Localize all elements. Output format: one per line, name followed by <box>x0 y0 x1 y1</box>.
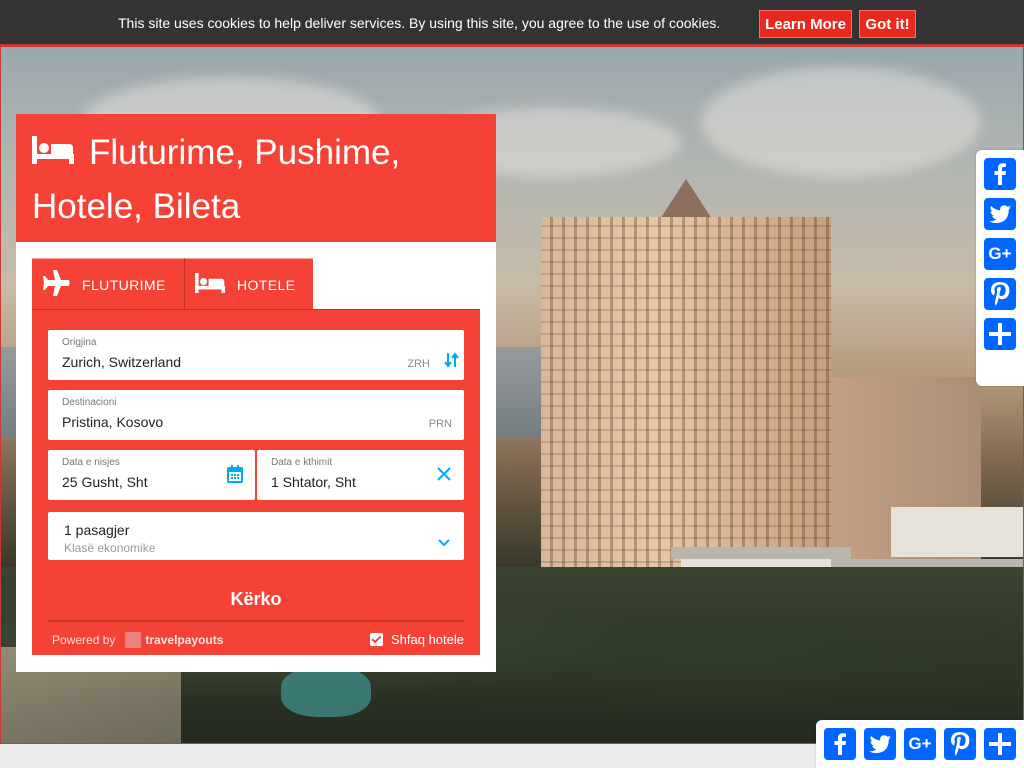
calendar-icon[interactable] <box>227 465 243 487</box>
widget-header: Fluturime, Pushime, Hotele, Bileta <box>16 114 496 242</box>
swap-icon[interactable] <box>444 352 460 372</box>
return-label: Data e kthimit <box>271 457 333 468</box>
origin-value: Zurich, Switzerland <box>62 354 182 370</box>
depart-date-field[interactable]: Data e nisjes 25 Gusht, Sht <box>48 450 255 500</box>
destination-label: Destinacioni <box>62 397 117 408</box>
share-icon[interactable] <box>984 318 1016 350</box>
tab-flights[interactable]: FLUTURIME <box>32 258 184 310</box>
show-hotels-label: Shfaq hotele <box>390 632 464 647</box>
google-plus-icon[interactable]: G+ <box>904 728 936 760</box>
facebook-icon[interactable] <box>984 158 1016 190</box>
bed-icon <box>195 273 225 296</box>
flight-search-form: Origjina Zurich, Switzerland ZRH Destina… <box>32 309 480 655</box>
depart-value: 25 Gusht, Sht <box>62 474 148 490</box>
origin-field[interactable]: Origjina Zurich, Switzerland ZRH <box>48 330 464 380</box>
plane-icon <box>42 270 70 299</box>
booking-widget: Fluturime, Pushime, Hotele, Bileta FLUTU… <box>16 114 496 672</box>
share-sidebar: G+ <box>976 150 1024 386</box>
passenger-count: 1 pasagjer <box>64 522 130 538</box>
origin-code: ZRH <box>407 358 430 370</box>
twitter-icon[interactable] <box>864 728 896 760</box>
pinterest-icon[interactable] <box>984 278 1016 310</box>
search-tabs: FLUTURIME HOTELE <box>32 258 480 310</box>
depart-label: Data e nisjes <box>62 457 120 468</box>
origin-label: Origjina <box>62 337 97 348</box>
destination-field[interactable]: Destinacioni Pristina, Kosovo PRN <box>48 390 464 440</box>
google-plus-icon[interactable]: G+ <box>984 238 1016 270</box>
checkbox-icon <box>369 633 383 646</box>
chevron-down-icon <box>438 532 450 551</box>
travel-class: Klasë ekonomike <box>64 541 156 555</box>
travelpayouts-logo[interactable]: travelpayouts <box>125 632 223 648</box>
tab-hotels[interactable]: HOTELE <box>184 258 313 310</box>
return-date-field[interactable]: Data e kthimit 1 Shtator, Sht <box>257 450 464 500</box>
passengers-field[interactable]: 1 pasagjer Klasë ekonomike <box>48 512 464 560</box>
destination-code: PRN <box>428 418 452 430</box>
travelpayouts-brand: travelpayouts <box>145 633 224 647</box>
return-value: 1 Shtator, Sht <box>271 474 356 490</box>
cookie-banner: This site uses cookies to help deliver s… <box>0 0 1024 46</box>
tab-flights-label: FLUTURIME <box>82 276 166 293</box>
show-hotels-checkbox[interactable]: Shfaq hotele <box>369 632 464 647</box>
cookie-message: This site uses cookies to help deliver s… <box>118 15 721 31</box>
got-it-button[interactable]: Got it! <box>859 10 916 38</box>
powered-by-label: Powered by <box>52 633 116 647</box>
share-icon[interactable] <box>984 728 1016 760</box>
widget-title: Fluturime, Pushime, Hotele, Bileta <box>32 133 401 226</box>
share-bottombar: G+ <box>816 720 1024 768</box>
tab-hotels-label: HOTELE <box>237 276 296 293</box>
twitter-icon[interactable] <box>984 198 1016 230</box>
destination-value: Pristina, Kosovo <box>62 414 164 430</box>
learn-more-button[interactable]: Learn More <box>759 10 852 38</box>
travelpayouts-icon <box>125 632 142 648</box>
search-button[interactable]: Kërko <box>48 578 464 622</box>
facebook-icon[interactable] <box>824 728 856 760</box>
pinterest-icon[interactable] <box>944 728 976 760</box>
close-icon[interactable] <box>436 466 452 486</box>
powered-by: Powered by travelpayouts <box>52 632 223 648</box>
